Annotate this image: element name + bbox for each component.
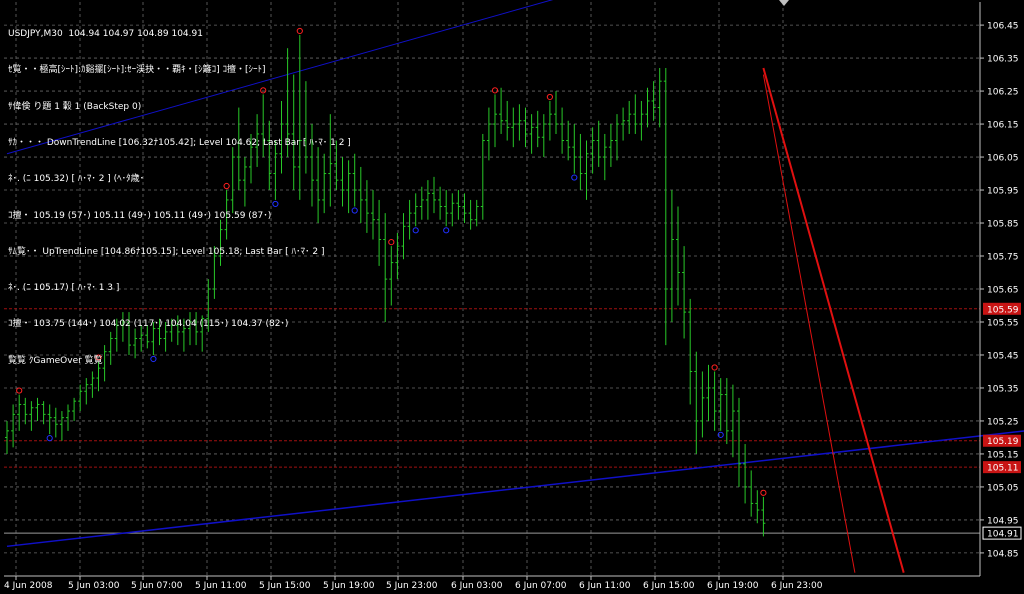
x-tick-label: 4 Jun 2008 xyxy=(4,581,53,591)
y-tick-label: 105.05 xyxy=(987,483,1019,493)
y-tick-label: 106.45 xyxy=(987,22,1019,32)
x-tick-label: 6 Jun 15:00 xyxy=(643,581,695,591)
chart-background xyxy=(0,0,1024,594)
y-tick-label: 106.35 xyxy=(987,55,1019,65)
price-tag-label: 105.19 xyxy=(987,437,1019,447)
x-tick-label: 6 Jun 19:00 xyxy=(707,581,759,591)
x-tick-label: 5 Jun 03:00 xyxy=(68,581,120,591)
y-tick-label: 105.15 xyxy=(987,450,1019,460)
price-tag-label: 104.91 xyxy=(987,530,1019,540)
x-tick-label: 6 Jun 11:00 xyxy=(579,581,631,591)
y-tick-label: 105.45 xyxy=(987,351,1019,361)
x-tick-label: 5 Jun 07:00 xyxy=(131,581,183,591)
price-chart[interactable]: 106.45 106.35 106.25 106.15 106.05 105.95 105.… xyxy=(0,0,1024,594)
x-tick-label: 5 Jun 23:00 xyxy=(386,581,438,591)
x-tick-label: 5 Jun 11:00 xyxy=(195,581,247,591)
y-tick-label: 105.55 xyxy=(987,318,1019,328)
y-tick-label: 104.95 xyxy=(987,516,1019,526)
y-tick-label: 104.85 xyxy=(987,549,1019,559)
x-tick-label: 6 Jun 23:00 xyxy=(771,581,823,591)
x-tick-label: 6 Jun 07:00 xyxy=(515,581,567,591)
price-tag-label: 105.59 xyxy=(987,305,1019,315)
y-tick-label: 106.05 xyxy=(987,154,1019,164)
y-tick-label: 105.25 xyxy=(987,417,1019,427)
x-tick-label: 6 Jun 03:00 xyxy=(451,581,503,591)
price-tag-label: 105.11 xyxy=(987,464,1019,474)
x-tick-label: 5 Jun 19:00 xyxy=(323,581,375,591)
x-tick-label: 5 Jun 15:00 xyxy=(259,581,311,591)
y-tick-label: 105.95 xyxy=(987,187,1019,197)
y-tick-label: 105.65 xyxy=(987,286,1019,296)
y-tick-label: 105.85 xyxy=(987,220,1019,230)
y-tick-label: 105.35 xyxy=(987,384,1019,394)
y-tick-label: 106.15 xyxy=(987,121,1019,131)
y-tick-label: 106.25 xyxy=(987,88,1019,98)
y-tick-label: 105.75 xyxy=(987,253,1019,263)
